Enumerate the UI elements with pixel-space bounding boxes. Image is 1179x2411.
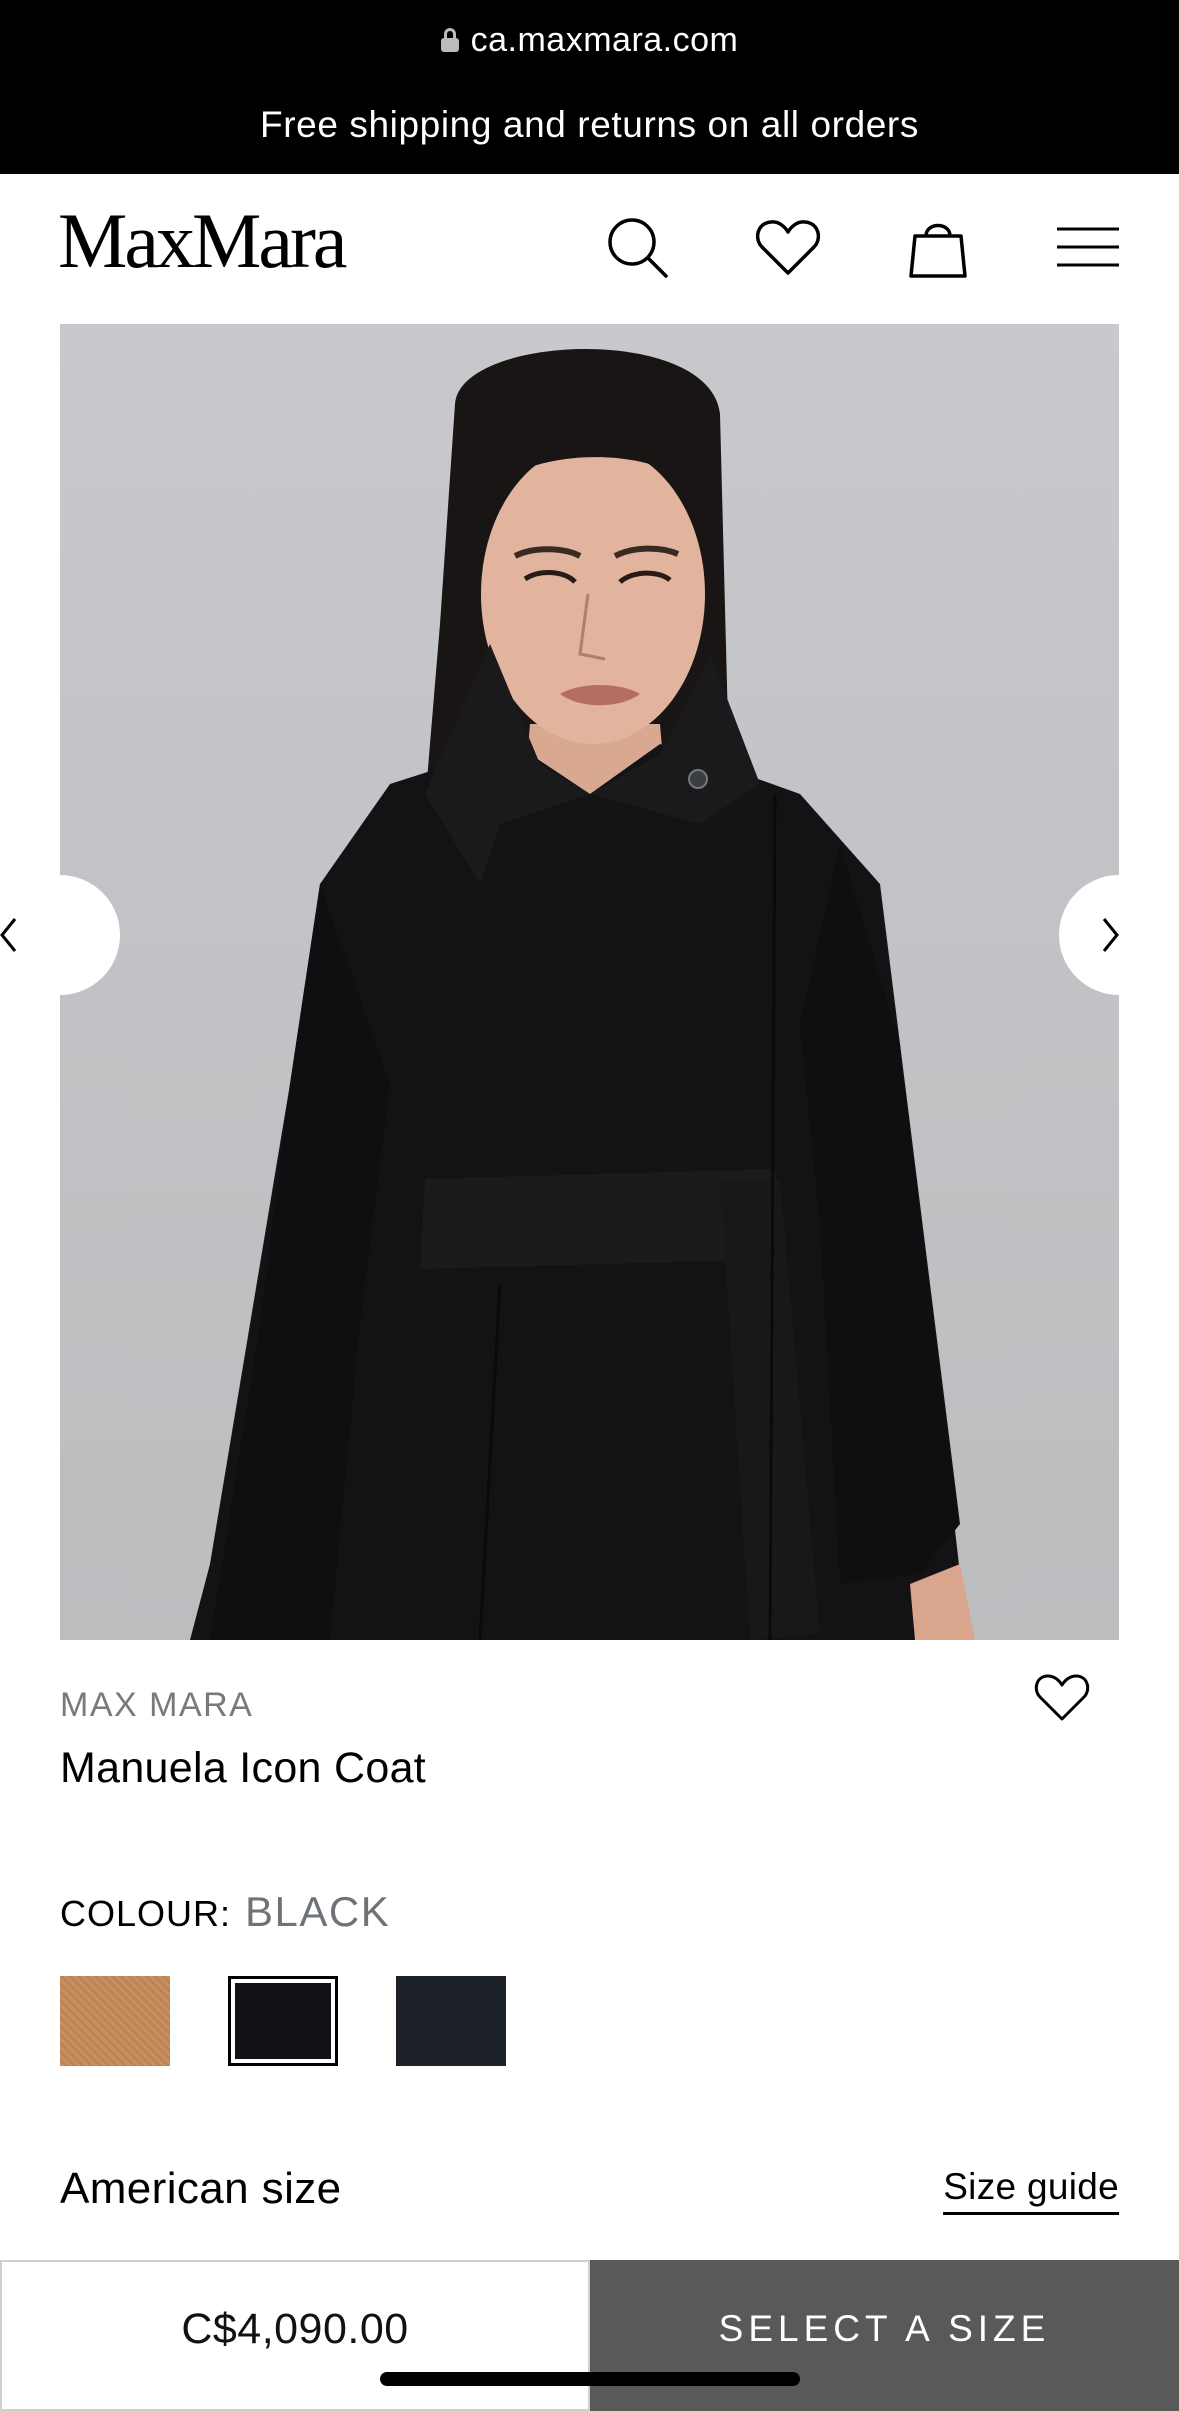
site-header: MaxMara (0, 174, 1179, 324)
size-guide-link[interactable]: Size guide (943, 2166, 1119, 2215)
colour-selector: COLOUR: BLACK (60, 1888, 390, 1936)
product-brand: MAX MARA (60, 1686, 254, 1724)
size-section-title: American size (60, 2164, 342, 2213)
purchase-bar: C$4,090.00 SELECT A SIZE (0, 2260, 1179, 2411)
chevron-right-icon (1102, 918, 1119, 952)
gallery-next-button[interactable] (1059, 875, 1179, 995)
address-bar[interactable]: ca.maxmara.com (0, 18, 1179, 62)
maxmara-logo[interactable]: MaxMara (58, 202, 348, 280)
colour-swatch-camel[interactable] (60, 1976, 170, 2066)
product-image[interactable] (60, 324, 1119, 1640)
select-size-button[interactable]: SELECT A SIZE (590, 2260, 1179, 2411)
product-name: Manuela Icon Coat (60, 1744, 427, 1792)
home-indicator[interactable] (380, 2372, 800, 2386)
promo-banner: Free shipping and returns on all orders (260, 104, 919, 145)
heart-icon (1034, 1674, 1090, 1721)
product-wishlist-button[interactable] (1034, 1672, 1090, 1722)
wishlist-button[interactable] (755, 214, 821, 280)
gallery-prev-button[interactable] (0, 875, 120, 995)
lock-icon (440, 28, 459, 52)
menu-button[interactable] (1055, 214, 1121, 280)
model-photo (190, 349, 975, 1640)
search-icon (608, 218, 668, 278)
colour-swatch-black[interactable] (228, 1976, 338, 2066)
shopping-bag-icon (909, 223, 967, 278)
heart-icon (755, 220, 821, 275)
chevron-left-icon (0, 918, 17, 952)
menu-icon (1057, 227, 1119, 267)
cart-button[interactable] (905, 214, 971, 280)
colour-value: BLACK (245, 1888, 391, 1935)
url-text[interactable]: ca.maxmara.com (471, 21, 739, 60)
product-price: C$4,090.00 (0, 2260, 590, 2411)
colour-label: COLOUR: (60, 1893, 232, 1934)
colour-swatch-midnight-blue[interactable] (396, 1976, 506, 2066)
top-bar: ca.maxmara.com Free shipping and returns… (0, 0, 1179, 174)
search-button[interactable] (604, 214, 670, 280)
